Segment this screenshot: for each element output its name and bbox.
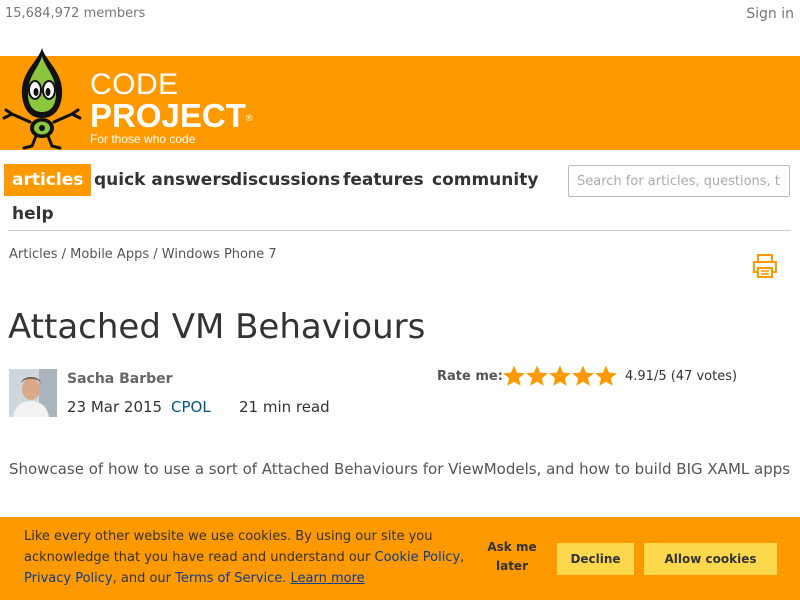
site-logo[interactable]: CODE PROJECT® For those who code [90,68,253,147]
cookie-banner: Like every other website we use cookies.… [0,517,800,600]
allow-cookies-button[interactable]: Allow cookies [644,543,777,575]
star-icon[interactable] [571,363,595,389]
star-icon[interactable] [525,363,549,389]
registered-mark: ® [245,113,253,123]
rate-me-label: Rate me: [437,369,503,384]
nav-help[interactable]: help [4,198,62,230]
privacy-policy-link[interactable]: Privacy Policy [24,571,113,586]
article-title: Attached VM Behaviours [8,307,426,347]
breadcrumb-articles[interactable]: Articles [9,247,57,262]
breadcrumb-separator: / [61,247,67,262]
logo-tagline: For those who code [90,132,196,146]
cookie-text-comma: , [460,550,465,565]
article-date: 23 Mar 2015 [67,398,163,416]
nav-features[interactable]: features [335,164,432,196]
terms-of-service-link[interactable]: Terms of Service [175,571,282,586]
star-icon[interactable] [594,363,618,389]
breadcrumb: Articles / Mobile Apps / Windows Phone 7 [9,247,277,262]
cookie-text-start: Like every other website we use cookies.… [24,529,433,565]
nav-quick-answers[interactable]: quick answers [86,164,239,196]
learn-more-link[interactable]: Learn more [291,571,365,586]
article-summary: Showcase of how to use a sort of Attache… [9,460,791,478]
logo-project-word: PROJECT [90,97,246,134]
author-name[interactable]: Sacha Barber [67,371,173,387]
logo-project-text: PROJECT® [90,97,253,134]
read-time: 21 min read [239,398,330,416]
members-count: 15,684,972 members [5,6,146,21]
cookie-text-period: . [282,571,291,586]
breadcrumb-windows-phone-7[interactable]: Windows Phone 7 [162,247,277,262]
logo-code-text: CODE [90,68,179,101]
author-avatar[interactable] [9,369,57,417]
sign-in-link[interactable]: Sign in [746,6,794,22]
nav-community[interactable]: community [424,164,546,196]
nav-discussions[interactable]: discussions [222,164,348,196]
cookie-text-and: , and our [112,571,176,586]
cookie-message: Like every other website we use cookies.… [24,526,474,589]
avatar-image-icon [9,369,57,417]
star-icon[interactable] [502,363,526,389]
rating-stars[interactable] [502,363,617,391]
cookie-policy-link[interactable]: Cookie Policy [375,550,461,565]
top-bar: 15,684,972 members Sign in [0,0,800,28]
breadcrumb-separator: / [153,247,158,262]
site-banner: CODE PROJECT® For those who code [0,48,800,150]
decline-cookies-button[interactable]: Decline [557,543,634,575]
nav-articles[interactable]: articles [4,164,92,196]
print-icon[interactable] [752,253,778,279]
search-input[interactable] [568,165,790,197]
star-icon[interactable] [548,363,572,389]
license-link[interactable]: CPOL [171,398,211,416]
mascot-logo-icon[interactable] [2,44,82,150]
ask-me-later-button[interactable]: Ask me later [487,538,537,576]
nav-divider [8,230,791,231]
rating-score: 4.91/5 (47 votes) [625,369,738,384]
breadcrumb-mobile-apps[interactable]: Mobile Apps [70,247,149,262]
